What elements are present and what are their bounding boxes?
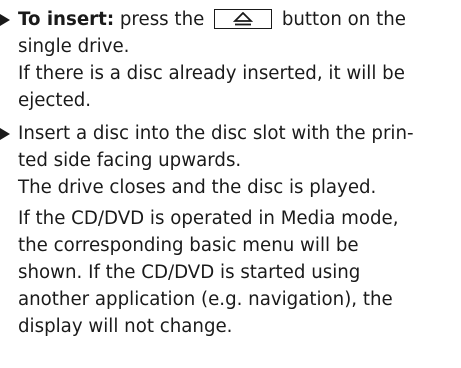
step-1-line: If there is a disc already inserted, it … <box>18 63 405 84</box>
step-1-lead-bold: To insert: <box>18 9 115 30</box>
eject-icon <box>233 11 254 25</box>
step-2-line: Insert a disc into the disc slot with th… <box>18 123 414 144</box>
step-2-note-line: If the CD/DVD is operated in Media mode, <box>18 208 399 229</box>
instruction-page: To insert: press the button on the singl… <box>0 0 461 368</box>
step-insert: To insert: press the button on the singl… <box>0 6 461 114</box>
step-2-note-line: display will not change. <box>18 316 233 337</box>
step-1-line: ejected. <box>18 90 92 111</box>
step-1-text-after-key: button on the <box>276 9 406 30</box>
step-bullet-icon <box>0 14 10 26</box>
step-2-note-line: shown. If the CD/DVD is started using <box>18 262 361 283</box>
eject-button-key <box>214 8 273 29</box>
step-2-line: ted side facing upwards. <box>18 150 242 171</box>
step-1-line: single drive. <box>18 36 130 57</box>
step-2-note-paragraph: If the CD/DVD is operated in Media mode,… <box>18 205 461 340</box>
step-1-first-line: To insert: press the button on the <box>18 6 461 33</box>
step-2-note-line: another application (e.g. navigation), t… <box>18 289 393 310</box>
step-2-note-line: the corresponding basic menu will be <box>18 235 359 256</box>
step-insert-disc: Insert a disc into the disc slot with th… <box>0 120 461 340</box>
step-bullet-icon <box>0 128 10 140</box>
step-1-text-before-key: press the <box>114 9 211 30</box>
step-2-line: The drive closes and the disc is played. <box>18 177 377 198</box>
